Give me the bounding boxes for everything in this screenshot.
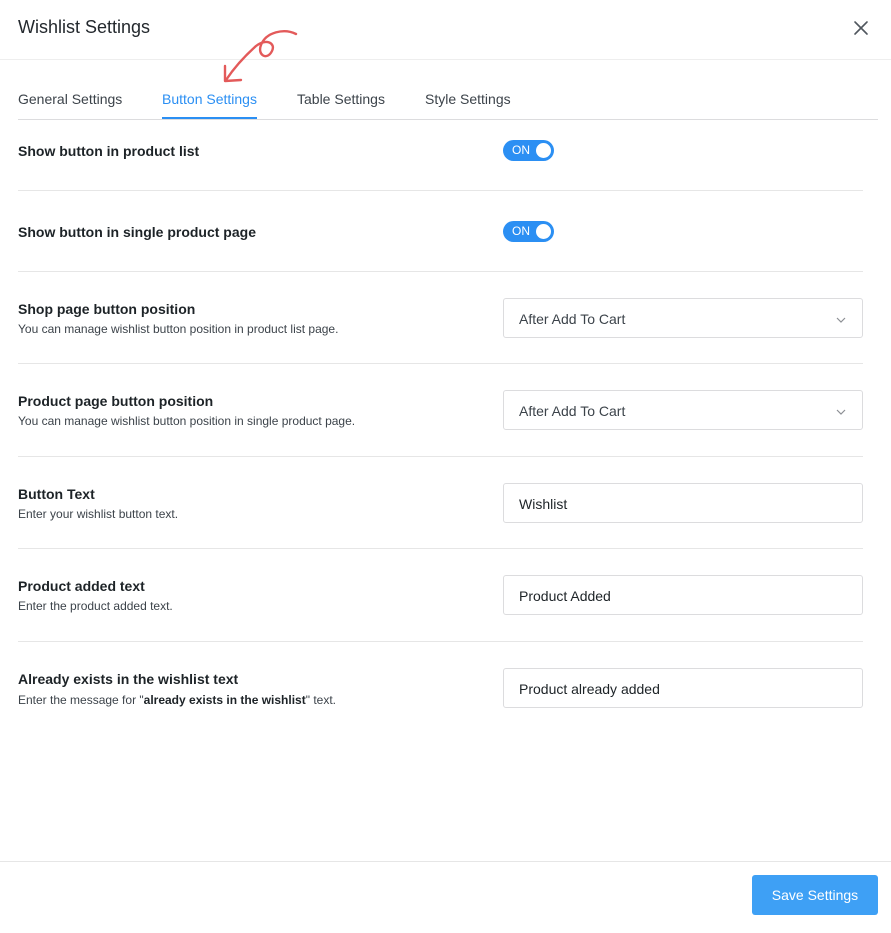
- modal-header: Wishlist Settings: [0, 0, 891, 60]
- setting-row-show-in-single: Show button in single product page ON: [18, 191, 863, 272]
- setting-label: Show button in product list: [18, 143, 200, 159]
- close-icon[interactable]: [850, 17, 872, 39]
- exists-text-input[interactable]: Product already added: [503, 668, 863, 708]
- product-position-select[interactable]: After Add To Cart: [503, 390, 863, 430]
- desc-text-after: " text.: [305, 693, 337, 707]
- setting-description: Enter the message for "already exists in…: [18, 693, 336, 707]
- show-in-single-toggle[interactable]: ON: [503, 221, 554, 242]
- setting-label: Already exists in the wishlist text: [18, 671, 239, 687]
- tab-table-settings[interactable]: Table Settings: [297, 91, 385, 107]
- shop-position-select[interactable]: After Add To Cart: [503, 298, 863, 338]
- setting-label: Show button in single product page: [18, 224, 256, 240]
- show-in-list-toggle[interactable]: ON: [503, 140, 554, 161]
- save-settings-button[interactable]: Save Settings: [752, 875, 878, 915]
- setting-row-product-position: Product page button position You can man…: [18, 364, 863, 457]
- input-value: Product Added: [519, 588, 611, 604]
- button-text-input[interactable]: Wishlist: [503, 483, 863, 523]
- select-value: After Add To Cart: [519, 403, 626, 419]
- toggle-state-text: ON: [512, 224, 530, 238]
- tab-button-settings[interactable]: Button Settings: [162, 91, 257, 107]
- setting-row-button-text: Button Text Enter your wishlist button t…: [18, 457, 863, 549]
- setting-row-shop-position: Shop page button position You can manage…: [18, 272, 863, 364]
- toggle-state-text: ON: [512, 143, 530, 157]
- setting-row-added-text: Product added text Enter the product add…: [18, 549, 863, 642]
- desc-text-bold: already exists in the wishlist: [143, 693, 306, 707]
- setting-label: Button Text: [18, 486, 95, 502]
- toggle-knob: [536, 143, 551, 158]
- modal-footer: Save Settings: [0, 861, 891, 933]
- active-tab-indicator: [162, 117, 257, 119]
- tab-style-settings[interactable]: Style Settings: [425, 91, 511, 107]
- setting-row-show-in-list: Show button in product list ON: [18, 120, 863, 191]
- select-value: After Add To Cart: [519, 311, 626, 327]
- chevron-down-icon: [835, 405, 847, 417]
- setting-label: Shop page button position: [18, 301, 196, 317]
- input-value: Wishlist: [519, 496, 568, 512]
- setting-label: Product added text: [18, 578, 145, 594]
- settings-tabs: General Settings Button Settings Table S…: [18, 60, 878, 120]
- toggle-knob: [536, 224, 551, 239]
- setting-description: Enter your wishlist button text.: [18, 507, 179, 521]
- setting-row-exists-text: Already exists in the wishlist text Ente…: [18, 642, 863, 734]
- setting-description: Enter the product added text.: [18, 599, 173, 613]
- setting-label: Product page button position: [18, 393, 214, 409]
- tab-general-settings[interactable]: General Settings: [18, 91, 122, 107]
- setting-description: You can manage wishlist button position …: [18, 414, 356, 428]
- chevron-down-icon: [835, 313, 847, 325]
- added-text-input[interactable]: Product Added: [503, 575, 863, 615]
- input-value: Product already added: [519, 681, 660, 697]
- annotation-arrow-icon: [214, 28, 304, 90]
- desc-text-before: Enter the message for ": [18, 693, 144, 707]
- setting-description: You can manage wishlist button position …: [18, 322, 339, 336]
- modal-title: Wishlist Settings: [18, 17, 151, 37]
